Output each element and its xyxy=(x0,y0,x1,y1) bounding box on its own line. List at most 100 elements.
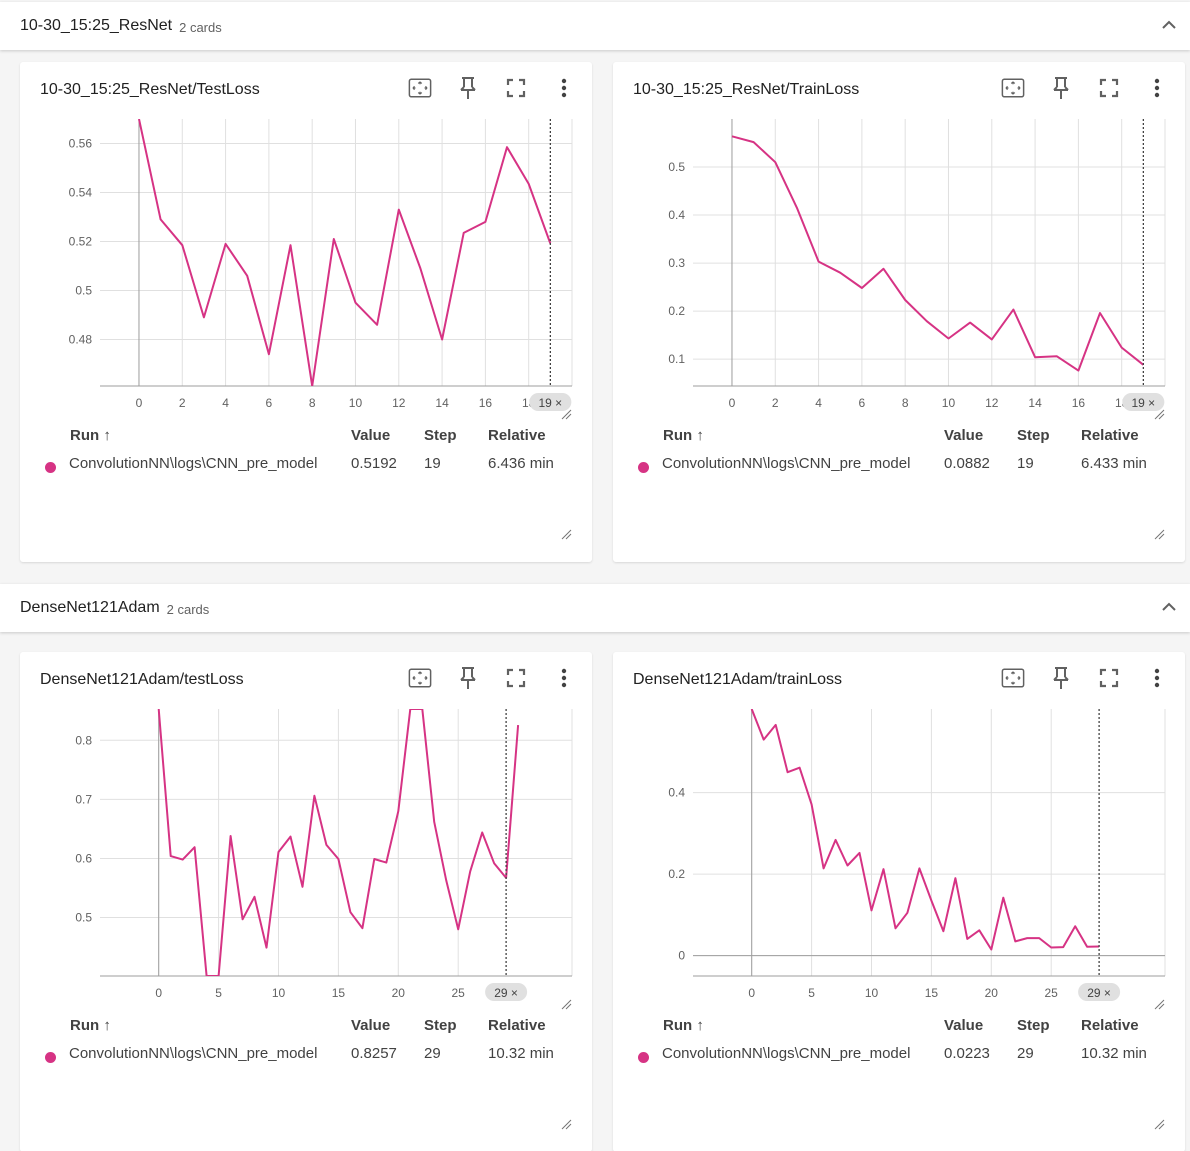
run-color-dot xyxy=(45,1052,56,1063)
y-tick-label: 0.2 xyxy=(668,304,685,318)
chart-resize-handle[interactable] xyxy=(1153,998,1165,1010)
chevron-up-icon xyxy=(1162,20,1176,29)
x-tick-label: 15 xyxy=(925,986,939,1000)
card-resize-handle[interactable] xyxy=(560,1118,572,1130)
column-header-step[interactable]: Step xyxy=(1017,1017,1050,1034)
x-tick-label: 2 xyxy=(179,396,186,410)
x-tick-label: 0 xyxy=(136,396,143,410)
x-tick-label: 14 xyxy=(435,396,449,410)
line-chart[interactable]: 0 2 4 6 8 10 12 14 16 180.480.50.520.540.5619 × xyxy=(20,62,592,442)
y-tick-label: 0.6 xyxy=(75,851,92,865)
column-header-relative[interactable]: Relative xyxy=(488,427,546,444)
x-tick-label: 10 xyxy=(942,396,956,410)
scalar-card: DenseNet121Adam/trainLoss 0 5 10 15 20 2… xyxy=(613,652,1185,1151)
run-color-dot xyxy=(45,462,56,473)
column-header-run[interactable]: Run ↑ xyxy=(70,427,111,444)
group-header: DenseNet121Adam 2 cards xyxy=(0,584,1190,632)
run-relative: 10.32 min xyxy=(1081,1045,1147,1062)
group-card-count: 2 cards xyxy=(179,19,222,35)
x-tick-label: 15 xyxy=(332,986,346,1000)
run-name: ConvolutionNN\logs\CNN_pre_model xyxy=(69,455,318,472)
column-header-value[interactable]: Value xyxy=(944,427,983,444)
line-chart[interactable]: 0 2 4 6 8 10 12 14 16 180.10.20.30.40.519 × xyxy=(613,62,1185,442)
chart-resize-handle[interactable] xyxy=(1153,408,1165,420)
run-relative: 10.32 min xyxy=(488,1045,554,1062)
x-tick-label: 10 xyxy=(349,396,363,410)
column-header-value[interactable]: Value xyxy=(944,1017,983,1034)
run-relative: 6.433 min xyxy=(1081,455,1147,472)
x-tick-label: 4 xyxy=(222,396,229,410)
x-tick-label: 20 xyxy=(392,986,406,1000)
column-header-run[interactable]: Run ↑ xyxy=(70,1017,111,1034)
y-tick-label: 0.5 xyxy=(75,283,92,297)
run-color-dot xyxy=(638,1052,649,1063)
chart-resize-handle[interactable] xyxy=(560,998,572,1010)
x-tick-label: 4 xyxy=(815,396,822,410)
x-tick-label: 0 xyxy=(748,986,755,1000)
y-tick-label: 0.8 xyxy=(75,733,92,747)
column-header-relative[interactable]: Relative xyxy=(488,1017,546,1034)
y-tick-label: 0.54 xyxy=(69,185,93,199)
scalar-card: 10-30_15:25_ResNet/TestLoss 0 2 4 6 8 10… xyxy=(20,62,592,562)
y-tick-label: 0.3 xyxy=(668,256,685,270)
x-tick-label: 16 xyxy=(1072,396,1086,410)
line-chart[interactable]: 0 5 10 15 20 25 0.5 0.6 0.7 0.8 29 × xyxy=(20,652,592,1032)
x-tick-label: 0 xyxy=(729,396,736,410)
group-title: DenseNet121Adam xyxy=(20,599,160,616)
run-step: 19 xyxy=(424,455,441,472)
chart-resize-handle[interactable] xyxy=(560,408,572,420)
x-tick-label: 2 xyxy=(772,396,779,410)
x-tick-label: 8 xyxy=(902,396,909,410)
x-tick-label: 10 xyxy=(865,986,879,1000)
x-tick-label: 6 xyxy=(859,396,866,410)
y-tick-label: 0.4 xyxy=(668,208,685,222)
x-tick-label: 14 xyxy=(1028,396,1042,410)
y-tick-label: 0.5 xyxy=(75,911,92,925)
y-tick-label: 0.1 xyxy=(668,352,685,366)
card-resize-handle[interactable] xyxy=(1153,528,1165,540)
x-tick-label: 8 xyxy=(309,396,316,410)
step-badge-label: 29 × xyxy=(1087,986,1111,1000)
run-value: 0.0882 xyxy=(944,455,990,472)
collapse-group-button[interactable] xyxy=(1158,14,1180,36)
run-value: 0.0223 xyxy=(944,1045,990,1062)
collapse-group-button[interactable] xyxy=(1158,596,1180,618)
card-resize-handle[interactable] xyxy=(1153,1118,1165,1130)
x-tick-label: 10 xyxy=(272,986,286,1000)
run-step: 29 xyxy=(424,1045,441,1062)
run-name: ConvolutionNN\logs\CNN_pre_model xyxy=(662,1045,911,1062)
column-header-step[interactable]: Step xyxy=(424,1017,457,1034)
y-tick-label: 0.2 xyxy=(668,867,685,881)
y-tick-label: 0.52 xyxy=(69,234,93,248)
step-badge-label: 19 × xyxy=(1131,396,1155,410)
column-header-value[interactable]: Value xyxy=(351,427,390,444)
column-header-relative[interactable]: Relative xyxy=(1081,427,1139,444)
x-tick-label: 6 xyxy=(266,396,273,410)
y-tick-label: 0.48 xyxy=(69,332,93,346)
card-resize-handle[interactable] xyxy=(560,528,572,540)
x-tick-label: 12 xyxy=(985,396,999,410)
column-header-value[interactable]: Value xyxy=(351,1017,390,1034)
x-tick-label: 25 xyxy=(452,986,466,1000)
scalar-card: DenseNet121Adam/testLoss 0 5 10 15 20 25… xyxy=(20,652,592,1151)
group-card-count: 2 cards xyxy=(166,601,210,617)
run-step: 29 xyxy=(1017,1045,1034,1062)
y-tick-label: 0.5 xyxy=(668,160,685,174)
series-line xyxy=(731,135,1144,372)
column-header-relative[interactable]: Relative xyxy=(1081,1017,1139,1034)
scalar-card: 10-30_15:25_ResNet/TrainLoss 0 2 4 6 8 1… xyxy=(613,62,1185,562)
column-header-run[interactable]: Run ↑ xyxy=(663,427,704,444)
x-tick-label: 5 xyxy=(215,986,222,1000)
series-line xyxy=(138,119,552,386)
group-header: 10-30_15:25_ResNet 2 cards xyxy=(0,2,1190,50)
chevron-up-icon xyxy=(1162,602,1176,611)
series-line xyxy=(750,709,1100,951)
column-header-step[interactable]: Step xyxy=(424,427,457,444)
group-title: 10-30_15:25_ResNet xyxy=(20,17,173,34)
column-header-run[interactable]: Run ↑ xyxy=(663,1017,704,1034)
step-badge-label: 19 × xyxy=(538,396,562,410)
x-tick-label: 0 xyxy=(155,986,162,1000)
x-tick-label: 25 xyxy=(1045,986,1059,1000)
column-header-step[interactable]: Step xyxy=(1017,427,1050,444)
line-chart[interactable]: 0 5 10 15 20 25 0 0.2 0.4 29 × xyxy=(613,652,1185,1032)
